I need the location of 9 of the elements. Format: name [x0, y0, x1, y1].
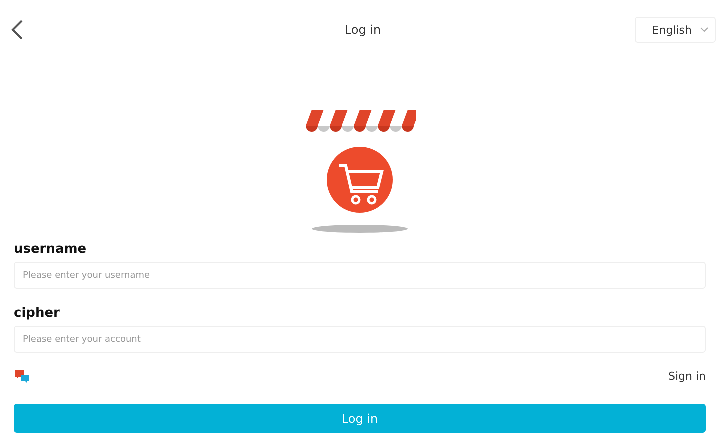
input-field[interactable]: Please enter your account [14, 326, 706, 353]
sign-in-link[interactable]: Sign in [668, 370, 706, 382]
field-label: username [14, 242, 88, 258]
chevron-down-icon [700, 27, 709, 33]
language-select[interactable]: English [635, 17, 716, 43]
field-label: cipher [14, 306, 61, 322]
input-field[interactable]: Please enter your username [14, 262, 706, 289]
chat-bubbles-icon[interactable] [14, 369, 30, 383]
page-title: Log in [344, 23, 382, 37]
